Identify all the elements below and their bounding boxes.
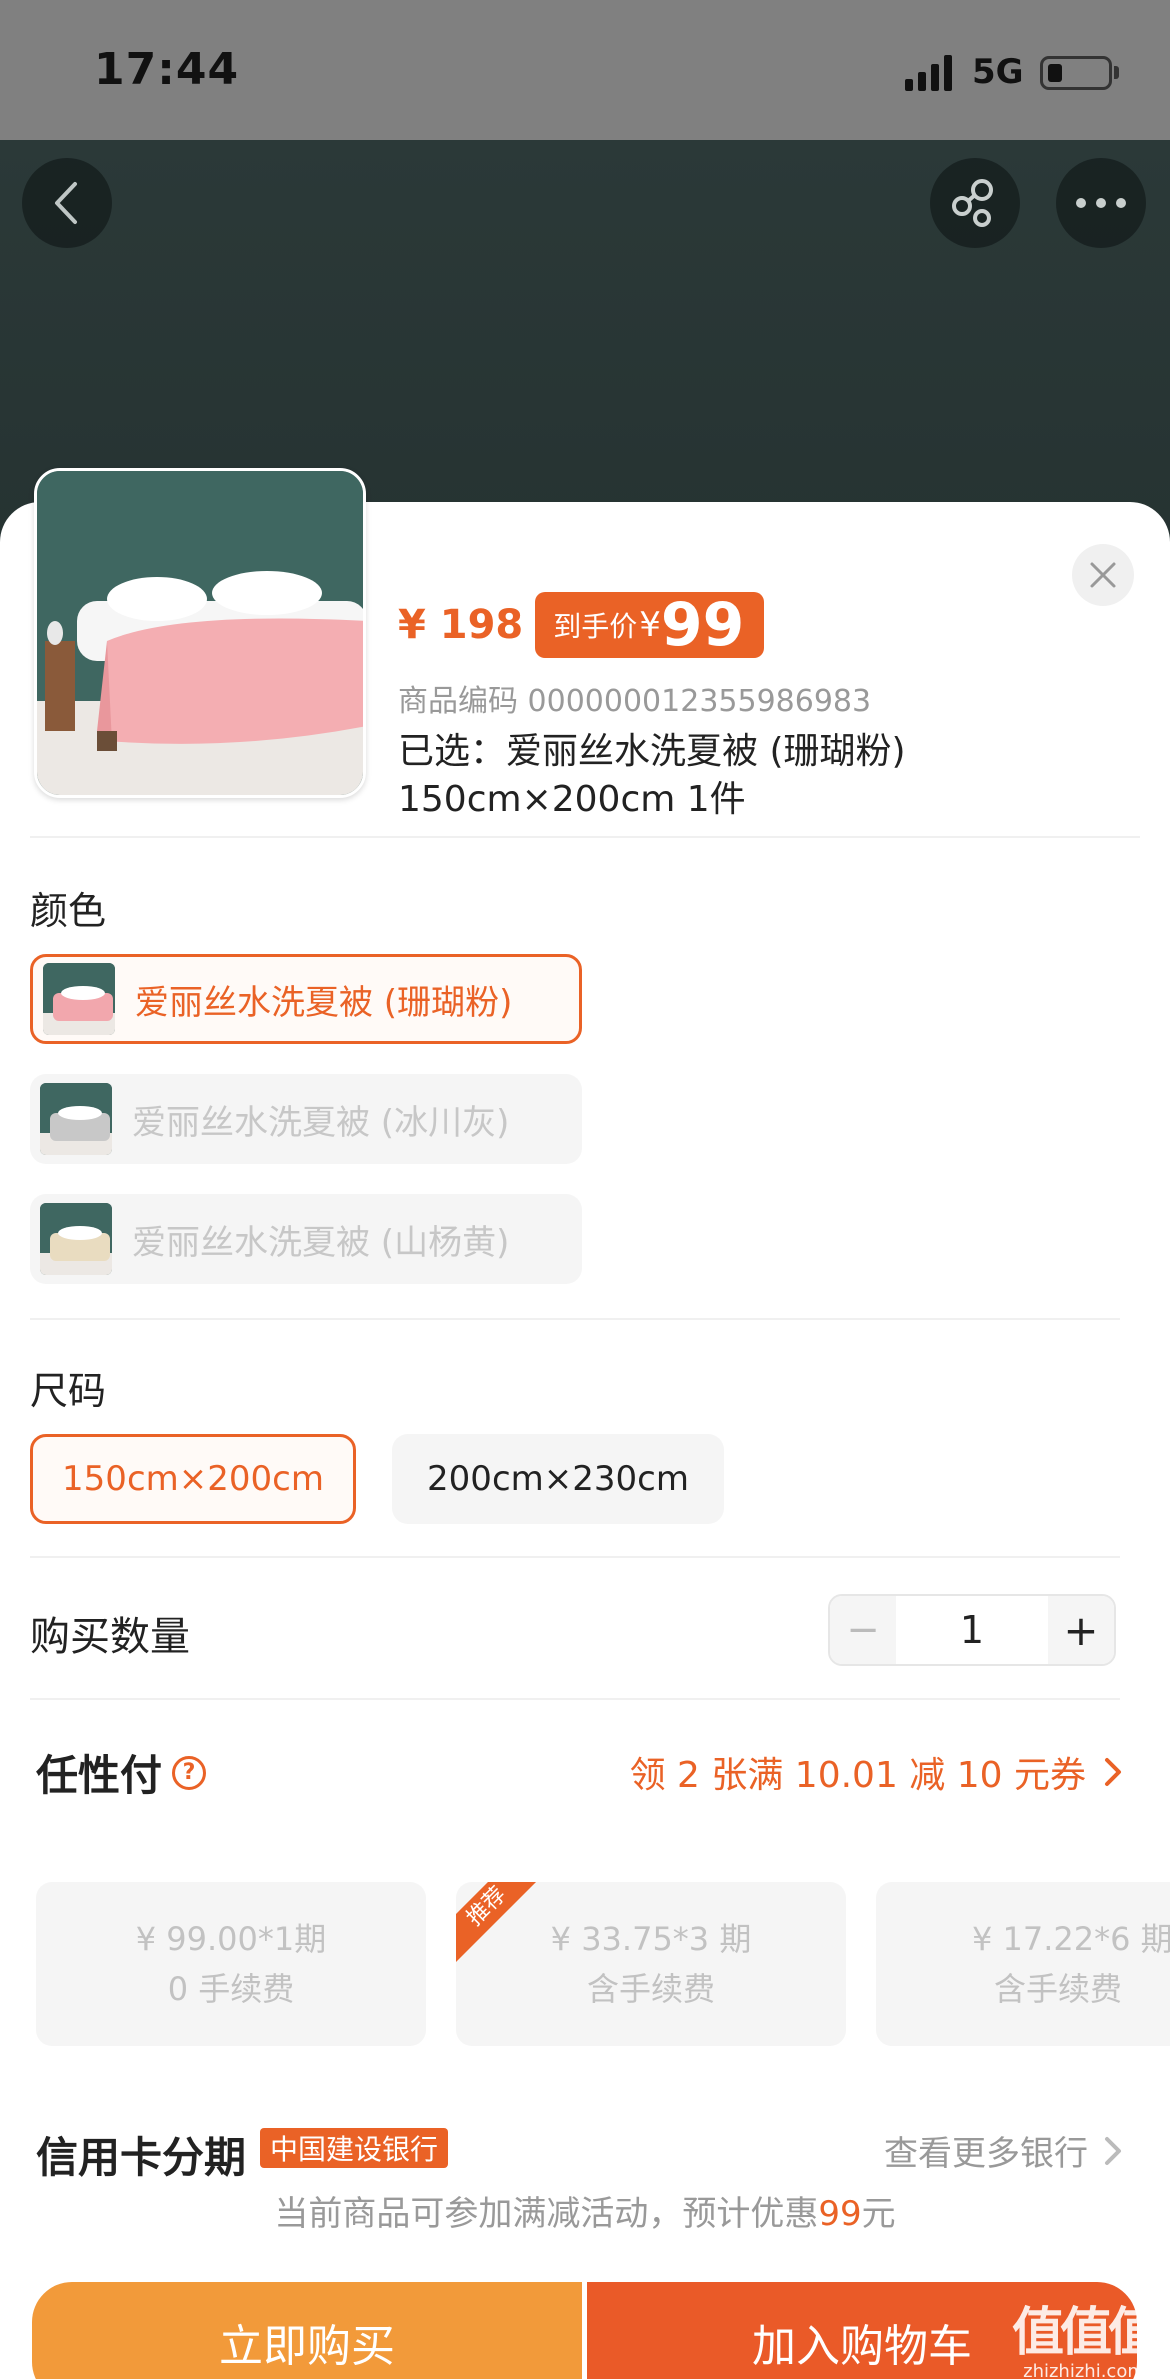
chevron-right-icon (1105, 1758, 1121, 1786)
promo-notice: 当前商品可参加满减活动，预计优惠99元 (0, 2186, 1170, 2235)
status-bar: 17:44 5G (0, 0, 1170, 140)
selected-variant: 已选：爱丽丝水洗夏被 (珊瑚粉) (398, 731, 906, 772)
quantity-stepper: − 1 + (828, 1594, 1116, 1666)
watermark-logo: 值值值 zhizhizhi.com (1012, 2290, 1160, 2379)
plan-fee: 含手续费 (994, 1970, 1123, 2008)
plan-amount: ¥ 33.75*3 期 (550, 1920, 752, 1958)
color-option-coral-pink[interactable]: 爱丽丝水洗夏被 (珊瑚粉) (30, 954, 582, 1044)
price-original: ¥ 198 (398, 602, 524, 648)
chevron-left-icon (55, 182, 77, 224)
decrease-button[interactable]: − (830, 1596, 896, 1664)
share-icon (952, 179, 993, 227)
divider (30, 1556, 1120, 1558)
bank-badge: 中国建设银行 (260, 2128, 449, 2168)
coupon-link[interactable]: 领 2 张满 10.01 减 10 元券 (630, 1746, 1128, 1798)
coupon-text: 领 2 张满 10.01 减 10 元券 (629, 1755, 1086, 1796)
installment-header: 任性付 ? (36, 1742, 207, 1803)
final-price-value: 99 (660, 590, 745, 660)
promo-amount: 99 (818, 2194, 862, 2234)
battery-icon (1040, 56, 1112, 90)
price-row: ¥ 198 到手价 ¥ 99 (398, 590, 765, 660)
installment-plan-6[interactable]: ¥ 17.22*6 期 含手续费 (876, 1882, 1170, 2046)
divider (30, 836, 1140, 838)
plan-fee: 含手续费 (586, 1970, 715, 2008)
back-button[interactable] (22, 158, 112, 248)
color-option-label: 爱丽丝水洗夏被 (珊瑚粉) (135, 982, 513, 1023)
quantity-value[interactable]: 1 (896, 1596, 1048, 1664)
plan-amount: ¥ 17.22*6 期 (972, 1920, 1170, 1958)
product-image (37, 471, 363, 795)
more-button[interactable] (1056, 158, 1146, 248)
watermark-main: 值值值 (1012, 2303, 1160, 2363)
more-banks-link[interactable]: 查看更多银行 (884, 2126, 1128, 2175)
plan-fee: 0 手续费 (167, 1970, 295, 2008)
product-thumbnail[interactable] (34, 468, 366, 798)
color-option-glacier-gray[interactable]: 爱丽丝水洗夏被 (冰川灰) (30, 1074, 582, 1164)
close-icon (1090, 562, 1116, 588)
selected-size-qty: 150cm×200cm 1件 (398, 779, 746, 820)
divider (30, 1318, 1120, 1320)
sku-code: 商品编码 000000012355986983 (398, 684, 872, 719)
chevron-right-icon (1105, 2136, 1121, 2165)
share-button[interactable] (930, 158, 1020, 248)
watermark-sub: zhizhizhi.com (1023, 2361, 1145, 2379)
color-option-aspen-yellow[interactable]: 爱丽丝水洗夏被 (山杨黄) (30, 1194, 582, 1284)
color-option-label: 爱丽丝水洗夏被 (山杨黄) (132, 1222, 510, 1263)
more-banks-text: 查看更多银行 (884, 2134, 1088, 2174)
signal-icon (905, 55, 952, 91)
final-price-label: 到手价 (553, 610, 638, 643)
installment-title: 任性付 (36, 1751, 163, 1800)
help-icon[interactable]: ? (172, 1755, 207, 1790)
final-price-currency: ¥ (639, 605, 661, 645)
battery-tip (1114, 66, 1119, 79)
credit-card-title: 信用卡分期 (36, 2133, 247, 2182)
size-option-150x200[interactable]: 150cm×200cm (30, 1434, 356, 1524)
installment-plan-3[interactable]: 推荐 ¥ 33.75*3 期 含手续费 (456, 1882, 846, 2046)
promo-prefix: 当前商品可参加满减活动，预计优惠 (274, 2194, 819, 2234)
color-option-label: 爱丽丝水洗夏被 (冰川灰) (132, 1102, 510, 1143)
close-button[interactable] (1072, 544, 1134, 606)
color-swatch-image (43, 963, 115, 1035)
divider (30, 1698, 1120, 1700)
color-swatch-image (40, 1083, 112, 1155)
size-option-200x230[interactable]: 200cm×230cm (392, 1434, 724, 1524)
installment-plan-1[interactable]: ¥ 99.00*1期 0 手续费 (36, 1882, 426, 2046)
promo-suffix: 元 (861, 2194, 896, 2234)
size-section-title: 尺码 (30, 1369, 107, 1413)
color-section-title: 颜色 (30, 889, 107, 933)
final-price-tag: 到手价 ¥ 99 (535, 590, 765, 660)
buy-now-button[interactable]: 立即购买 (32, 2282, 582, 2379)
selected-summary: 已选：爱丽丝水洗夏被 (珊瑚粉) 150cm×200cm 1件 (398, 728, 1118, 824)
status-time: 17:44 (94, 44, 240, 95)
network-type: 5G (972, 52, 1024, 92)
quantity-label: 购买数量 (30, 1614, 190, 1660)
plan-amount: ¥ 99.00*1期 (135, 1920, 327, 1958)
increase-button[interactable]: + (1048, 1596, 1114, 1664)
more-icon (1076, 198, 1126, 208)
color-swatch-image (40, 1203, 112, 1275)
